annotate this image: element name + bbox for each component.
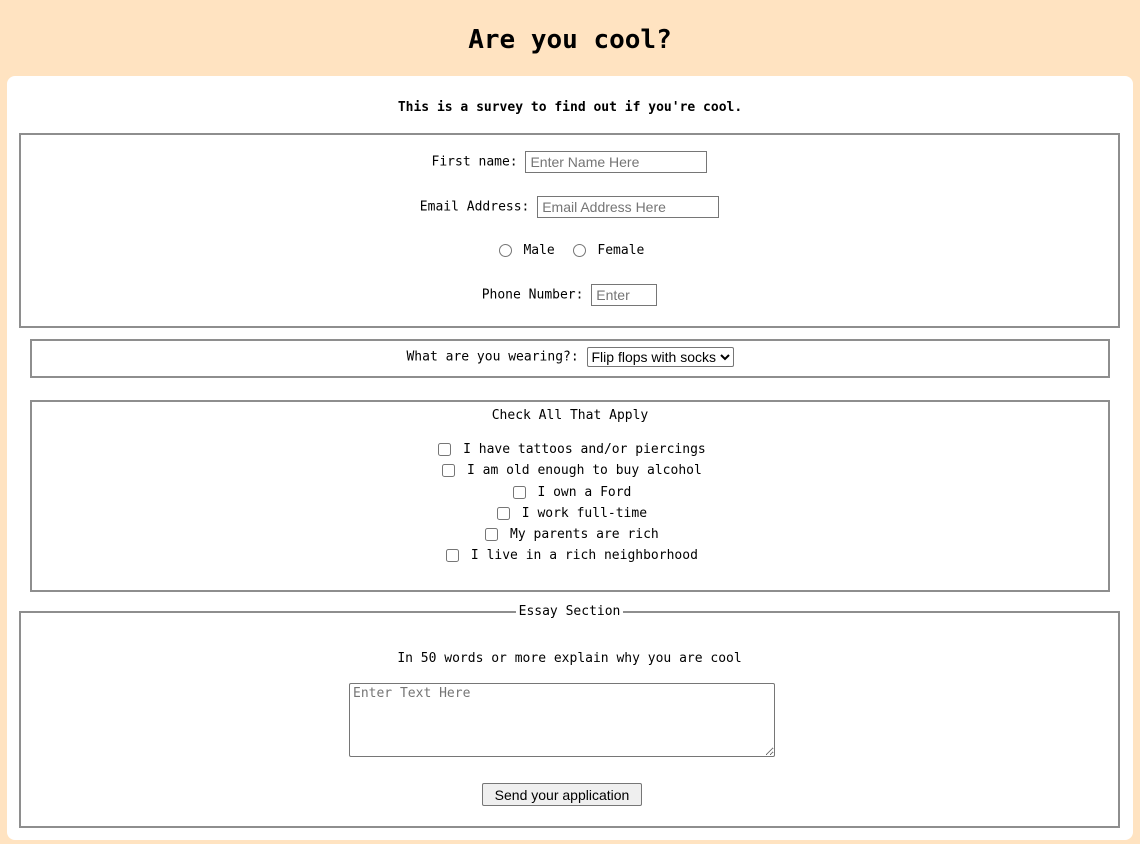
male-label: Male: [523, 243, 555, 258]
email-label: Email Address:: [419, 199, 530, 215]
email-input[interactable]: [537, 196, 720, 218]
full-time-checkbox[interactable]: [496, 507, 510, 520]
phone-input[interactable]: [591, 284, 658, 306]
essay-legend: Essay Section: [515, 604, 624, 619]
survey-card: This is a survey to find out if you're c…: [7, 76, 1133, 840]
wearing-section: What are you wearing?: Flip flops with s…: [30, 339, 1110, 378]
rich-parents-label: My parents are rich: [510, 527, 659, 542]
wearing-label: What are you wearing?:: [406, 349, 579, 365]
alcohol-label: I am old enough to buy alcohol: [467, 463, 702, 478]
send-application-button[interactable]: Send your application: [482, 783, 642, 806]
alcohol-checkbox[interactable]: [442, 464, 456, 477]
essay-prompt: In 50 words or more explain why you are …: [397, 651, 742, 666]
tattoos-checkbox[interactable]: [438, 443, 452, 456]
intro-text: This is a survey to find out if you're c…: [397, 100, 743, 115]
wearing-select[interactable]: Flip flops with socks: [586, 347, 734, 367]
ford-checkbox[interactable]: [512, 486, 526, 499]
first-name-label: First name:: [431, 154, 518, 170]
essay-section: Essay Section In 50 words or more explai…: [19, 604, 1120, 828]
essay-textarea[interactable]: [349, 683, 775, 757]
personal-info-section: First name: Email Address: Male Female P…: [19, 133, 1120, 328]
checkbox-section: Check All That Apply I have tattoos and/…: [30, 400, 1110, 592]
full-time-label: I work full-time: [521, 506, 648, 521]
ford-label: I own a Ford: [537, 485, 632, 500]
page-title: Are you cool?: [468, 25, 672, 55]
rich-neighborhood-checkbox[interactable]: [446, 549, 460, 562]
female-label: Female: [597, 243, 645, 258]
rich-parents-checkbox[interactable]: [485, 528, 499, 541]
male-radio[interactable]: [498, 244, 512, 257]
female-radio[interactable]: [572, 244, 586, 257]
phone-label: Phone Number:: [481, 287, 584, 303]
rich-neighborhood-label: I live in a rich neighborhood: [470, 548, 698, 563]
first-name-input[interactable]: [525, 151, 708, 173]
tattoos-label: I have tattoos and/or piercings: [463, 442, 706, 457]
checkbox-section-title: Check All That Apply: [491, 408, 649, 423]
